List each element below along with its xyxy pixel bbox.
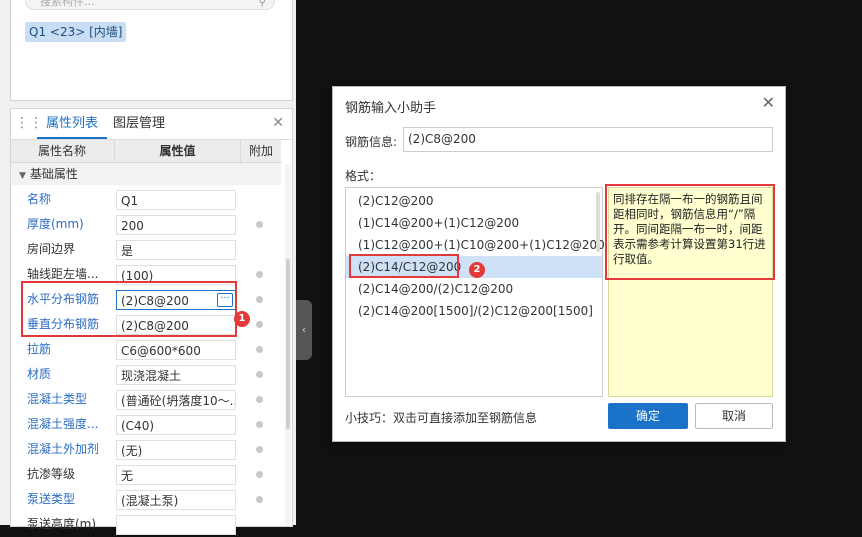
property-name: 拉筋 <box>27 342 52 356</box>
property-name: 混凝土类型 <box>27 392 88 406</box>
close-icon[interactable]: ✕ <box>762 93 775 112</box>
property-value[interactable]: (C40) <box>116 415 236 435</box>
tab-layer-management[interactable]: 图层管理 <box>113 109 165 139</box>
extra-checkbox[interactable] <box>256 471 263 478</box>
property-value[interactable]: 200 <box>116 215 236 235</box>
property-value[interactable] <box>116 515 236 535</box>
property-row: 名称 Q1 <box>11 187 281 212</box>
property-row: 抗渗等级 无 <box>11 462 281 487</box>
header-property-value: 属性值 <box>114 140 240 162</box>
extra-checkbox[interactable] <box>256 221 263 228</box>
annotation-badge-1: 1 <box>234 311 250 327</box>
format-label: 格式： <box>345 169 382 183</box>
property-name: 泵送类型 <box>27 492 76 506</box>
property-row: 房间边界 是 <box>11 237 281 262</box>
panel-tabs: ⋮⋮ 属性列表 图层管理 ✕ <box>11 109 292 140</box>
selected-component-tag[interactable]: Q1 <23> [内墙] <box>25 22 127 42</box>
format-item[interactable]: (1)C12@200+(1)C10@200+(1)C12@200 <box>346 234 605 256</box>
extra-checkbox[interactable] <box>256 321 263 328</box>
extra-checkbox[interactable] <box>256 496 263 503</box>
rebar-info-label: 钢筋信息: <box>345 135 398 149</box>
highlight-box-description <box>605 184 775 280</box>
ok-button[interactable]: 确定 <box>608 403 688 429</box>
format-list: (2)C12@200 (1)C14@200+(1)C12@200 (1)C12@… <box>345 187 605 397</box>
property-row: 混凝土外加剂 (无) <box>11 437 281 462</box>
property-row: 泵送类型 (混凝土泵) <box>11 487 281 512</box>
property-value[interactable]: 无 <box>116 465 236 485</box>
dialog-title: 钢筋输入小助手 <box>345 101 437 116</box>
property-row: 混凝土类型 (普通砼(坍落度10～... <box>11 387 281 412</box>
format-item[interactable]: (2)C12@200 <box>346 190 602 212</box>
property-value[interactable]: 现浇混凝土 <box>116 365 236 385</box>
highlight-box-rebar-fields <box>21 281 237 337</box>
property-value[interactable]: (混凝土泵) <box>116 490 236 510</box>
extra-checkbox[interactable] <box>256 371 263 378</box>
extra-checkbox[interactable] <box>256 446 263 453</box>
format-item[interactable]: (2)C14@200/(2)C12@200 <box>346 278 602 300</box>
annotation-badge-2: 2 <box>469 262 485 278</box>
property-name: 厚度(mm) <box>27 217 84 231</box>
search-input[interactable]: 搜索构件... ⚲ <box>25 0 275 10</box>
format-item[interactable]: (2)C14@200[1500]/(2)C12@200[1500] <box>346 300 602 322</box>
property-value[interactable]: (无) <box>116 440 236 460</box>
header-property-name: 属性名称 <box>37 144 86 158</box>
property-value[interactable]: C6@600*600 <box>116 340 236 360</box>
extra-checkbox[interactable] <box>256 421 263 428</box>
left-panel: 搜索构件... ⚲ Q1 <23> [内墙] ⋮⋮ 属性列表 图层管理 ✕ 属性… <box>0 0 296 535</box>
property-name: 材质 <box>27 367 52 381</box>
search-icon[interactable]: ⚲ <box>259 0 266 12</box>
extra-checkbox[interactable] <box>256 296 263 303</box>
extra-checkbox[interactable] <box>256 346 263 353</box>
format-item[interactable]: (1)C14@200+(1)C12@200 <box>346 212 602 234</box>
rebar-info-input[interactable]: (2)C8@200 <box>403 127 773 152</box>
property-row: 拉筋 C6@600*600 <box>11 337 281 362</box>
property-value[interactable]: 是 <box>116 240 236 260</box>
property-name: 房间边界 <box>27 242 76 256</box>
group-basic-properties[interactable]: ▼ 基础属性 <box>11 163 281 185</box>
property-row: 厚度(mm) 200 <box>11 212 281 237</box>
header-extra: 附加 <box>240 140 281 162</box>
property-name: 混凝土外加剂 <box>27 442 100 456</box>
tab-property-list[interactable]: 属性列表 <box>37 109 107 139</box>
extra-checkbox[interactable] <box>256 396 263 403</box>
highlight-box-selected-format <box>349 254 459 278</box>
collapse-triangle-icon[interactable]: ▼ <box>19 165 26 187</box>
property-grid-header: 属性名称 属性值 附加 <box>11 140 281 163</box>
format-list-scrollbar[interactable] <box>596 192 600 252</box>
search-placeholder: 搜索构件... <box>40 0 95 8</box>
collapse-panel-button[interactable]: ‹ <box>296 300 312 360</box>
format-description-panel: 同排存在隔一布一的钢筋且间距相同时，钢筋信息用“/”隔开。同间距隔一布一时，间距… <box>605 184 775 397</box>
close-icon[interactable]: ✕ <box>272 115 284 131</box>
property-name: 抗渗等级 <box>27 467 76 481</box>
group-label: 基础属性 <box>29 167 78 181</box>
component-list-panel: 搜索构件... ⚲ Q1 <23> [内墙] <box>10 0 293 101</box>
property-value[interactable]: Q1 <box>116 190 236 210</box>
property-value[interactable]: (普通砼(坍落度10～... <box>116 390 236 410</box>
property-row: 材质 现浇混凝土 <box>11 362 281 387</box>
extra-checkbox[interactable] <box>256 271 263 278</box>
rebar-input-dialog: 钢筋输入小助手 ✕ 钢筋信息: (2)C8@200 格式： (2)C12@200… <box>332 86 786 442</box>
cancel-button[interactable]: 取消 <box>695 403 773 429</box>
scrollbar-thumb[interactable] <box>286 259 290 429</box>
property-name: 混凝土强度... <box>27 417 99 431</box>
property-row: 混凝土强度... (C40) <box>11 412 281 437</box>
tip-text: 小技巧：双击可直接添加至钢筋信息 <box>345 411 538 425</box>
property-name: 名称 <box>27 192 52 206</box>
